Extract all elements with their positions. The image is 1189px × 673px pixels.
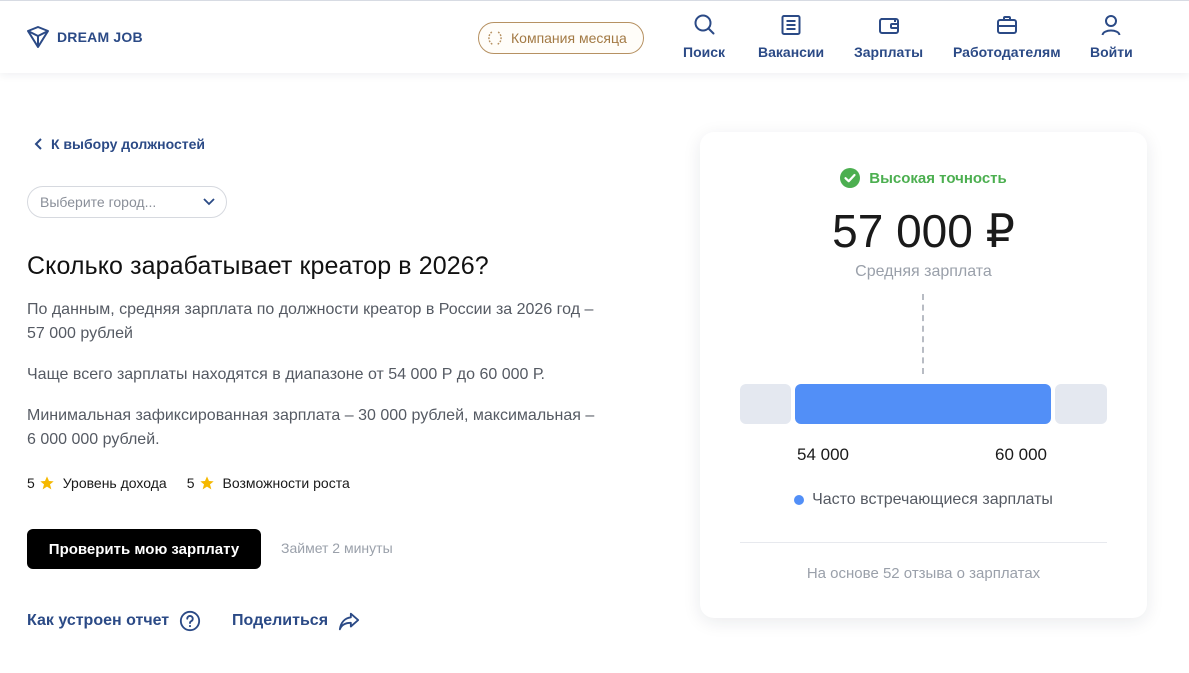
star-icon bbox=[199, 476, 214, 490]
page-title: Сколько зарабатывает креатор в 2026? bbox=[27, 252, 489, 280]
range-high-value: 60 000 bbox=[995, 445, 1047, 464]
back-to-positions-link[interactable]: К выбору должностей bbox=[34, 136, 205, 152]
city-select[interactable]: Выберите город... bbox=[27, 186, 227, 218]
legend: Часто встречающиеся зарплаты bbox=[700, 491, 1147, 509]
search-icon bbox=[694, 14, 715, 35]
logo[interactable]: DREAM JOB bbox=[26, 25, 143, 49]
ratings: 5 Уровень дохода 5 Возможности роста bbox=[27, 475, 350, 491]
legend-dot bbox=[794, 495, 805, 505]
nav-employers[interactable]: Работодателям bbox=[953, 13, 1061, 60]
range-bar-low bbox=[740, 384, 791, 424]
share-link-label: Поделиться bbox=[232, 612, 329, 629]
salary-range-text: Чаще всего зарплаты находятся в диапазон… bbox=[27, 366, 545, 383]
nav-search-label: Поиск bbox=[683, 44, 726, 60]
nav-salaries-label: Зарплаты bbox=[854, 44, 924, 60]
legend-label: Часто встречающиеся зарплаты bbox=[812, 491, 1053, 508]
nav-salaries[interactable]: Зарплаты bbox=[854, 13, 923, 60]
nav-vacancies-label: Вакансии bbox=[758, 44, 825, 60]
city-select-placeholder: Выберите город... bbox=[40, 194, 157, 210]
average-salary-value: 57 000 ₽ bbox=[832, 205, 1015, 257]
laurel-icon bbox=[488, 31, 502, 45]
rating-income: 5 Уровень дохода bbox=[27, 475, 167, 491]
rating-income-score: 5 bbox=[27, 475, 35, 491]
rating-growth: 5 Возможности роста bbox=[187, 475, 350, 491]
check-my-salary-button[interactable]: Проверить мою зарплату bbox=[27, 529, 261, 569]
time-note: Займет 2 минуты bbox=[281, 540, 393, 556]
company-of-month-label: Компания месяца bbox=[511, 30, 627, 46]
range-low-value: 54 000 bbox=[797, 445, 849, 464]
how-report-works-link[interactable]: Как устроен отчет bbox=[27, 610, 201, 632]
share-link[interactable]: Поделиться bbox=[232, 610, 360, 632]
back-link-label: К выбору должностей bbox=[51, 136, 206, 152]
chevron-left-icon bbox=[34, 138, 42, 150]
nav-employers-label: Работодателям bbox=[953, 44, 1061, 60]
user-icon bbox=[1101, 15, 1121, 36]
accuracy-badge: Высокая точность bbox=[700, 168, 1147, 188]
how-report-works-label: Как устроен отчет bbox=[27, 612, 170, 629]
accuracy-label: Высокая точность bbox=[869, 169, 1007, 187]
star-icon bbox=[40, 476, 54, 490]
nav-search[interactable]: Поиск bbox=[683, 13, 725, 60]
wallet-icon bbox=[878, 18, 899, 34]
nav-login-label: Войти bbox=[1090, 44, 1133, 60]
salary-card: Высокая точность 57 000 ₽ Средняя зарпла… bbox=[700, 132, 1147, 618]
rating-growth-score: 5 bbox=[186, 475, 195, 491]
list-icon bbox=[781, 15, 801, 35]
range-bar-common bbox=[795, 384, 1051, 424]
top-header: DREAM JOB Компания месяца Поиск Вакансии bbox=[0, 0, 1189, 73]
average-marker-line bbox=[922, 294, 924, 374]
nav-login[interactable]: Войти bbox=[1090, 13, 1133, 60]
logo-text: DREAM JOB bbox=[57, 29, 143, 45]
share-arrow-icon bbox=[338, 612, 360, 631]
card-divider bbox=[740, 542, 1107, 543]
nav-vacancies[interactable]: Вакансии bbox=[758, 13, 824, 60]
reviews-count-text: На основе 52 отзыва о зарплатах bbox=[806, 565, 1041, 582]
company-of-month-button[interactable]: Компания месяца bbox=[478, 22, 644, 54]
question-circle-icon bbox=[180, 610, 201, 632]
briefcase-icon bbox=[996, 16, 1017, 34]
rating-growth-label: Возможности роста bbox=[222, 475, 350, 491]
logo-icon bbox=[27, 26, 49, 48]
range-bar-high bbox=[1055, 384, 1107, 424]
chevron-down-icon bbox=[203, 198, 215, 206]
salary-summary-text: По данным, средняя зарплата по должности… bbox=[27, 301, 594, 342]
check-circle-icon bbox=[840, 168, 861, 188]
rating-income-label: Уровень дохода bbox=[62, 475, 167, 491]
salary-min-max-text: Минимальная зафиксированная зарплата – 3… bbox=[27, 407, 595, 448]
average-salary-label: Средняя зарплата bbox=[855, 263, 992, 280]
